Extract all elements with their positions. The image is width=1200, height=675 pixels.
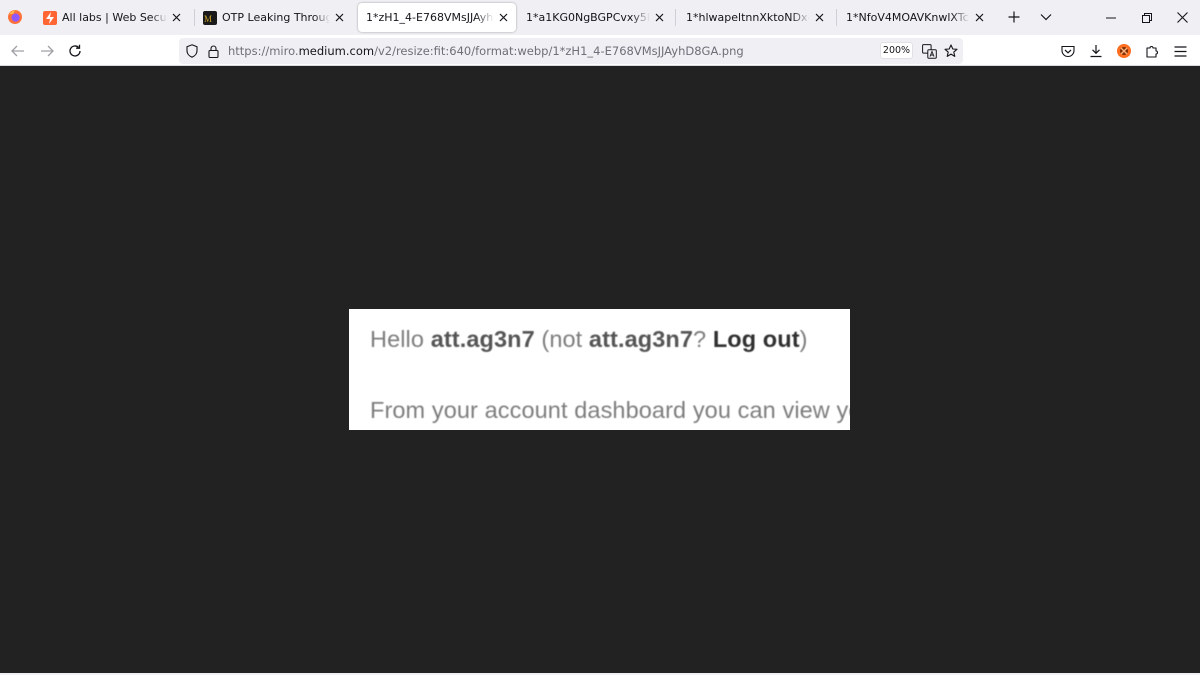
- greeting-question: ?: [693, 326, 713, 352]
- restore-window-icon[interactable]: [1129, 0, 1165, 35]
- tab-title: All labs | Web Security Academy: [62, 11, 167, 24]
- list-all-tabs-chevron-down-icon[interactable]: [1037, 8, 1055, 26]
- url-domain: medium.com: [298, 44, 375, 58]
- greeting-not: (not: [534, 326, 589, 352]
- tab-strip: All labs | Web Security Academy M OTP Le…: [0, 0, 1200, 35]
- tab-separator: [675, 9, 676, 26]
- pocket-icon[interactable]: [1058, 41, 1078, 61]
- greeting-username: att.ag3n7: [430, 326, 535, 352]
- tab-image-nfov[interactable]: 1*NfoV4MOAVKnwlXTckjiROg.webp: [840, 3, 992, 32]
- close-tab-icon[interactable]: [496, 11, 510, 25]
- tab-title: 1*a1KG0NgBGPCvxy5k7x0g7Q.webp: [526, 11, 650, 24]
- forward-arrow-icon[interactable]: [37, 41, 57, 61]
- translate-page-icon[interactable]: [921, 43, 937, 59]
- medium-logo-icon: M: [203, 10, 217, 25]
- tab-title: 1*NfoV4MOAVKnwlXTckjiROg.webp: [846, 11, 970, 24]
- tab-otp-leaking[interactable]: M OTP Leaking Through Cookie: [197, 3, 352, 32]
- tab-image-zh1[interactable]: 1*zH1_4-E768VMsJJAyhD8GA.webp: [358, 3, 516, 32]
- tab-image-hlwa[interactable]: 1*hlwapeltnnXktoNDx-OOYw.webp: [680, 3, 832, 32]
- svg-text:M: M: [204, 14, 212, 23]
- lock-icon[interactable]: [205, 43, 221, 59]
- minimize-window-icon[interactable]: [1093, 0, 1129, 35]
- new-tab-plus-icon[interactable]: [1005, 8, 1023, 26]
- url-text[interactable]: https://miro.medium.com/v2/resize:fit:64…: [228, 44, 744, 58]
- close-tab-icon[interactable]: [972, 11, 986, 25]
- greeting-close-paren: ): [799, 326, 808, 352]
- bookmark-star-icon[interactable]: [943, 43, 959, 59]
- extensions-puzzle-icon[interactable]: [1142, 41, 1162, 61]
- hamburger-menu-icon[interactable]: [1170, 41, 1190, 61]
- firefox-logo-icon[interactable]: [7, 9, 23, 25]
- navigation-toolbar: https://miro.medium.com/v2/resize:fit:64…: [0, 35, 1200, 66]
- close-tab-icon[interactable]: [812, 11, 826, 25]
- close-tab-icon[interactable]: [169, 11, 183, 25]
- reload-icon[interactable]: [65, 41, 85, 61]
- tab-title: OTP Leaking Through Cookie: [222, 11, 330, 24]
- zoom-level-button[interactable]: 200%: [880, 42, 913, 59]
- back-arrow-icon[interactable]: [8, 41, 28, 61]
- url-path: /v2/resize:fit:640/format:webp/1*zH1_4-E…: [374, 44, 744, 58]
- close-tab-icon[interactable]: [332, 11, 346, 25]
- displayed-image[interactable]: Hello att.ag3n7 (not att.ag3n7? Log out)…: [349, 309, 850, 430]
- logout-link-text: Log out: [712, 326, 800, 352]
- greeting-username-2: att.ag3n7: [588, 326, 693, 352]
- close-tab-icon[interactable]: [652, 11, 666, 25]
- tab-separator: [194, 9, 195, 26]
- address-bar[interactable]: https://miro.medium.com/v2/resize:fit:64…: [179, 38, 963, 64]
- greeting-line: Hello att.ag3n7 (not att.ag3n7? Log out): [370, 326, 808, 353]
- image-viewer: Hello att.ag3n7 (not att.ag3n7? Log out)…: [0, 66, 1200, 673]
- tab-image-a1kg[interactable]: 1*a1KG0NgBGPCvxy5k7x0g7Q.webp: [520, 3, 672, 32]
- tracking-protection-shield-icon[interactable]: [184, 43, 200, 59]
- tab-separator: [836, 9, 837, 26]
- greeting-hello: Hello: [370, 326, 431, 352]
- tab-title: 1*hlwapeltnnXktoNDx-OOYw.webp: [686, 11, 810, 24]
- dashboard-intro-line: From your account dashboard you can view…: [370, 397, 850, 423]
- downloads-icon[interactable]: [1086, 41, 1106, 61]
- tab-title: 1*zH1_4-E768VMsJJAyhD8GA.webp: [366, 11, 494, 24]
- tab-web-security-academy[interactable]: All labs | Web Security Academy: [37, 3, 189, 32]
- url-prefix: https://miro.: [228, 44, 299, 58]
- close-window-icon[interactable]: [1164, 0, 1200, 35]
- extension-badge-icon[interactable]: [1114, 41, 1134, 61]
- portswigger-logo-icon: [43, 10, 57, 25]
